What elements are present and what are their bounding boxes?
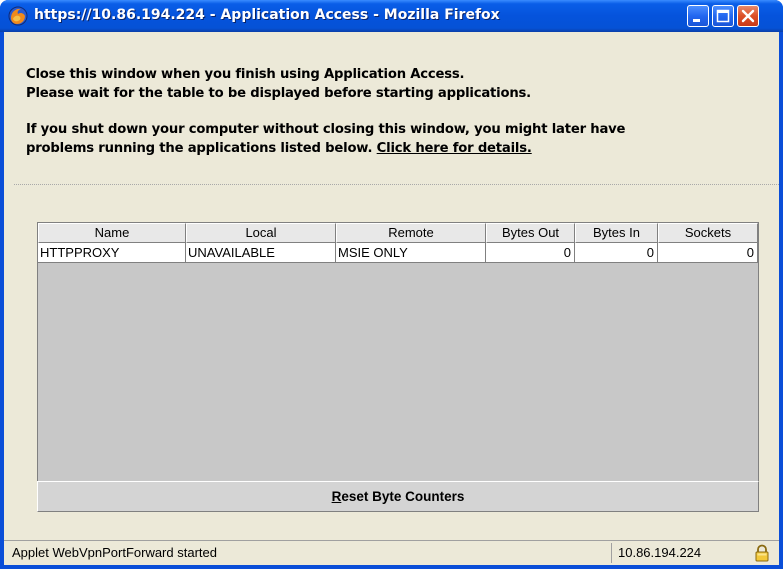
status-text: Applet WebVpnPortForward started — [12, 545, 217, 560]
cell-bytes-out: 0 — [486, 243, 575, 263]
applications-table: Name Local Remote Bytes Out Bytes In Soc… — [37, 222, 759, 512]
column-header-remote[interactable]: Remote — [336, 223, 486, 243]
status-divider — [611, 543, 612, 563]
cell-local: UNAVAILABLE — [186, 243, 336, 263]
table-row[interactable]: HTTPPROXY UNAVAILABLE MSIE ONLY 0 0 0 — [38, 243, 758, 263]
column-header-local[interactable]: Local — [186, 223, 336, 243]
column-header-bytes-out[interactable]: Bytes Out — [486, 223, 575, 243]
message-problems-text: problems running the applications listed… — [26, 141, 377, 156]
message-wait-table: Please wait for the table to be displaye… — [26, 86, 531, 101]
window-bottom-border — [0, 565, 783, 569]
window-title: https://10.86.194.224 - Application Acce… — [34, 7, 500, 23]
column-header-bytes-in[interactable]: Bytes In — [575, 223, 658, 243]
message-problems-line: problems running the applications listed… — [26, 141, 532, 156]
firefox-icon — [8, 6, 28, 26]
lock-icon[interactable] — [754, 544, 770, 562]
reset-byte-counters-button[interactable]: Reset Byte Counters — [37, 481, 759, 512]
separator — [14, 184, 779, 185]
cell-remote: MSIE ONLY — [336, 243, 486, 263]
cell-sockets: 0 — [658, 243, 758, 263]
status-bar: Applet WebVpnPortForward started 10.86.1… — [4, 540, 779, 565]
browser-window: https://10.86.194.224 - Application Acce… — [0, 0, 783, 569]
maximize-icon — [716, 9, 730, 23]
column-header-sockets[interactable]: Sockets — [658, 223, 758, 243]
close-button[interactable] — [737, 5, 759, 27]
close-icon — [741, 9, 755, 23]
maximize-button[interactable] — [712, 5, 734, 27]
title-bar[interactable]: https://10.86.194.224 - Application Acce… — [0, 0, 783, 32]
reset-button-mnemonic: R — [331, 489, 342, 504]
message-shutdown-warning: If you shut down your computer without c… — [26, 122, 626, 137]
table-header: Name Local Remote Bytes Out Bytes In Soc… — [38, 223, 758, 243]
status-host: 10.86.194.224 — [618, 545, 702, 560]
minimize-button[interactable] — [687, 5, 709, 27]
cell-bytes-in: 0 — [575, 243, 658, 263]
message-close-window: Close this window when you finish using … — [26, 67, 465, 82]
column-header-name[interactable]: Name — [38, 223, 186, 243]
reset-button-label: eset Byte Counters — [341, 489, 465, 504]
cell-name: HTTPPROXY — [38, 243, 186, 263]
minimize-icon — [693, 19, 700, 22]
details-link[interactable]: Click here for details. — [377, 141, 532, 156]
